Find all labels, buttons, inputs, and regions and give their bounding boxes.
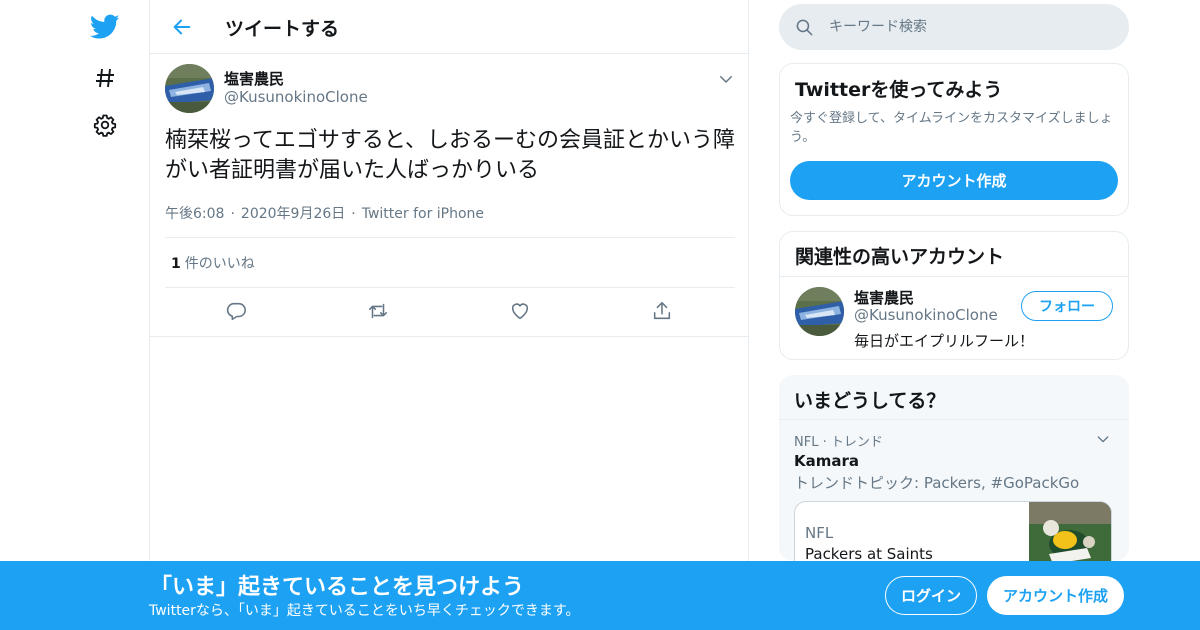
like-stats[interactable]: 1 件のいいね xyxy=(171,253,255,273)
back-arrow-icon[interactable] xyxy=(168,13,196,41)
page-header: ツイートする xyxy=(150,0,748,54)
related-account-handle[interactable]: @KusunokinoClone xyxy=(854,306,998,324)
follow-button[interactable]: フォロー xyxy=(1021,291,1113,321)
related-account-bio: 毎日がエイプリルフール！ xyxy=(854,332,1035,350)
author-handle[interactable]: @KusunokinoClone xyxy=(224,88,368,106)
signup-banner: 「いま」起きていることを見つけよう Twitterなら、「いま」起きていることを… xyxy=(0,561,1200,630)
trends-title: いまどうしてる？ xyxy=(794,390,946,412)
trends-card: いまどうしてる？ NFL · トレンド Kamara トレンドトピック: Pac… xyxy=(779,375,1129,561)
news-category: NFL xyxy=(805,524,834,542)
search-input[interactable] xyxy=(829,4,1109,50)
tweet-time[interactable]: 午後6:08 xyxy=(165,203,224,223)
news-title: Packers at Saints xyxy=(805,545,933,561)
gear-icon[interactable] xyxy=(90,110,120,140)
divider xyxy=(780,276,1128,277)
like-label: 件のいいね xyxy=(184,256,255,272)
signup-card-description: 今すぐ登録して、タイムラインをカスタマイズしましょう。 xyxy=(790,111,1113,145)
like-count: 1 xyxy=(171,256,181,272)
login-button[interactable]: ログイン xyxy=(885,576,977,615)
left-nav xyxy=(80,0,130,630)
twitter-logo-icon[interactable] xyxy=(90,12,120,42)
related-accounts-card: 関連性の高いアカウント 塩害農民 @KusunokinoClone 毎日がエイプ… xyxy=(779,231,1129,360)
news-image xyxy=(1029,502,1111,561)
like-icon[interactable] xyxy=(507,298,533,324)
search-box xyxy=(779,4,1129,50)
signup-card: Twitterを使ってみよう 今すぐ登録して、タイムラインをカスタマイズしましょ… xyxy=(779,63,1129,216)
divider xyxy=(165,287,735,288)
divider xyxy=(165,237,735,238)
trend-topics: トレンドトピック: Packers, #GoPackGo xyxy=(794,474,1080,492)
author-name[interactable]: 塩害農民 xyxy=(224,68,284,89)
tweet-text: 楠栞桜ってエゴサすると、しおるーむの会員証とかいう障がい者証明書が届いた人ばっか… xyxy=(165,128,736,183)
trend-name[interactable]: Kamara xyxy=(794,452,859,470)
tweet-source[interactable]: Twitter for iPhone xyxy=(362,206,484,222)
banner-subtitle: Twitterなら、「いま」起きていることをいち早くチェックできます。 xyxy=(149,603,580,619)
create-account-button[interactable]: アカウント作成 xyxy=(790,161,1118,200)
banner-title: 「いま」起きていることを見つけよう xyxy=(150,575,525,600)
trend-meta: NFL · トレンド xyxy=(794,435,883,450)
tweet-actions xyxy=(165,298,735,328)
avatar[interactable] xyxy=(165,64,214,113)
related-account-name[interactable]: 塩害農民 xyxy=(854,287,914,308)
divider xyxy=(779,419,1129,420)
main-column: ツイートする 塩害農民 @KusunokinoClone 楠栞桜ってエゴサすると… xyxy=(149,0,749,630)
news-card[interactable]: NFL Packers at Saints xyxy=(794,501,1112,561)
signup-card-title: Twitterを使ってみよう xyxy=(795,79,1003,101)
divider xyxy=(150,336,748,337)
separator: · xyxy=(351,206,356,222)
chevron-down-icon[interactable] xyxy=(1095,431,1111,451)
tweet-date[interactable]: 2020年9月26日 xyxy=(241,203,345,223)
related-accounts-title: 関連性の高いアカウント xyxy=(795,246,1005,268)
tweet-meta: 午後6:08 · 2020年9月26日 · Twitter for iPhone xyxy=(165,203,484,223)
retweet-icon[interactable] xyxy=(365,298,391,324)
search-icon xyxy=(795,18,814,41)
signup-button[interactable]: アカウント作成 xyxy=(987,576,1124,615)
avatar[interactable] xyxy=(795,287,844,336)
separator: · xyxy=(230,206,235,222)
page-title: ツイートする xyxy=(225,18,340,40)
chevron-down-icon[interactable] xyxy=(717,70,735,88)
hashtag-icon[interactable] xyxy=(90,63,120,93)
reply-icon[interactable] xyxy=(223,298,249,324)
share-icon[interactable] xyxy=(649,298,675,324)
